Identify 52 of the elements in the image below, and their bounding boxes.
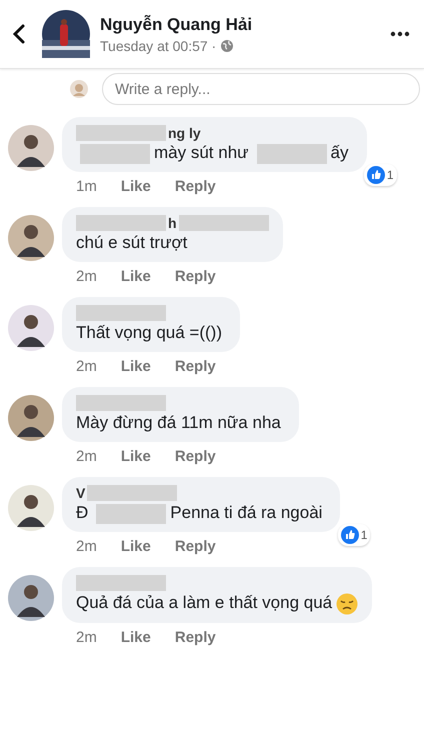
comment-text: Thất vọng quá =(()) bbox=[76, 323, 222, 342]
like-link[interactable]: Like bbox=[120, 358, 151, 375]
author-name[interactable]: Nguyễn Quang Hải bbox=[100, 14, 386, 34]
reaction-count: 1 bbox=[386, 168, 394, 182]
comment-time: 2m bbox=[76, 628, 97, 646]
avatar bbox=[8, 215, 54, 261]
more-icon bbox=[390, 31, 410, 37]
reply-link[interactable]: Reply bbox=[174, 628, 216, 646]
avatar bbox=[8, 485, 54, 531]
avatar bbox=[8, 395, 54, 441]
avatar bbox=[70, 80, 88, 98]
comment-text: Mày đừng đá 11m nữa nha bbox=[76, 413, 281, 432]
comment-time: 2m bbox=[76, 538, 97, 555]
reply-link[interactable]: Reply bbox=[174, 358, 216, 375]
comment-text: Penna ti đá ra ngoài bbox=[170, 503, 322, 522]
blurred-text bbox=[256, 144, 327, 164]
like-icon bbox=[366, 166, 385, 184]
post-time: Tuesday at 00:57 · bbox=[100, 38, 216, 54]
reply-link[interactable]: Reply bbox=[174, 178, 216, 195]
reply-link[interactable]: Reply bbox=[174, 268, 216, 285]
comment-text: Quả đá của a làm e thất vọng quá bbox=[76, 593, 332, 612]
comment-time: 2m bbox=[76, 448, 97, 465]
blurred-text bbox=[80, 144, 150, 164]
avatar bbox=[8, 125, 54, 171]
reply-link[interactable]: Reply bbox=[174, 538, 216, 555]
like-link[interactable]: Like bbox=[120, 628, 151, 646]
blurred-text bbox=[96, 504, 166, 524]
reply-link[interactable]: Reply bbox=[174, 448, 216, 465]
commenter-name: ng ly bbox=[168, 125, 201, 141]
comment-text: mày sút như bbox=[154, 143, 249, 162]
comment-time: 2m bbox=[76, 268, 97, 285]
like-link[interactable]: Like bbox=[120, 448, 151, 465]
comment-text: Đ bbox=[76, 503, 88, 522]
like-icon bbox=[340, 526, 359, 544]
like-link[interactable]: Like bbox=[120, 178, 151, 195]
like-link[interactable]: Like bbox=[120, 268, 151, 285]
sad-face-icon bbox=[336, 592, 358, 615]
reaction-badge[interactable]: 1 bbox=[338, 524, 370, 546]
comment-time: 2m bbox=[76, 358, 97, 375]
globe-icon bbox=[220, 38, 234, 52]
reaction-badge[interactable]: 1 bbox=[364, 164, 396, 186]
like-link[interactable]: Like bbox=[120, 538, 151, 555]
reply-field[interactable]: Write a reply... bbox=[102, 73, 420, 105]
reaction-count: 1 bbox=[360, 528, 368, 542]
comment-text: ấy bbox=[330, 143, 348, 162]
avatar bbox=[8, 305, 54, 351]
comment-time: 1m bbox=[76, 178, 97, 195]
comment-text: chú e sút trượt bbox=[76, 233, 188, 252]
avatar bbox=[8, 575, 54, 621]
back-icon bbox=[12, 23, 26, 45]
commenter-name: V bbox=[76, 485, 86, 501]
commenter-name: h bbox=[168, 215, 177, 231]
